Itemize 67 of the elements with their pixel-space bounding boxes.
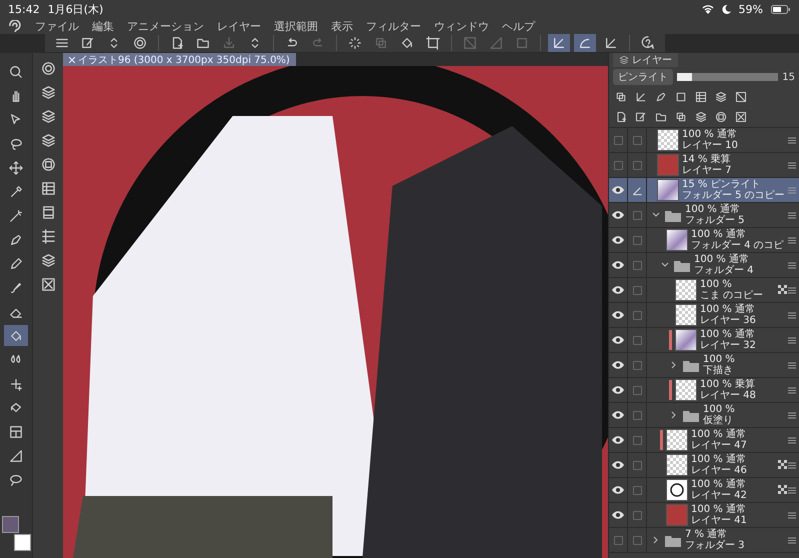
- layer-mode: 100 % 通常: [691, 229, 747, 240]
- menu-item[interactable]: 編集: [92, 18, 114, 34]
- menu-item[interactable]: ファイル: [35, 18, 79, 34]
- layer-row[interactable]: 100 % 通常 レイヤー 47: [609, 428, 799, 453]
- layer-mode: 100 % 通常: [694, 254, 750, 265]
- layer-row[interactable]: 100 % 通常 フォルダー 4 のコピ: [609, 228, 799, 253]
- menu-item[interactable]: 選択範囲: [274, 18, 318, 34]
- layer-name: レイヤー 10: [682, 140, 739, 151]
- layer-mode: 100 % 通常: [700, 304, 756, 315]
- menu-item[interactable]: レイヤー: [217, 18, 261, 34]
- layer-row[interactable]: 14 % 乗算 レイヤー 7: [609, 153, 799, 178]
- layer-name: フォルダー 5: [685, 215, 746, 226]
- layer-row[interactable]: 100 % 通常 レイヤー 32: [609, 328, 799, 353]
- layer-row[interactable]: 100 % 乗算 レイヤー 48: [609, 378, 799, 403]
- layer-mode: 100 % 通常: [691, 454, 747, 465]
- layer-row[interactable]: 100 % こま のコピー: [609, 278, 799, 303]
- layer-name: レイヤー 41: [691, 515, 748, 526]
- blend-mode-dropdown[interactable]: ピンライト: [613, 69, 673, 85]
- layer-name: レイヤー 46: [691, 465, 748, 476]
- layer-mode: 100 % 乗算: [700, 379, 756, 390]
- layer-name: フォルダー 4: [694, 265, 755, 276]
- menu-item[interactable]: 表示: [331, 18, 353, 34]
- menu-item[interactable]: ウィンドウ: [434, 18, 489, 34]
- layer-name: フォルダー 4 のコピ: [691, 240, 785, 251]
- battery-percent: 59%: [738, 2, 763, 16]
- layer-mode: 100 % 通常: [682, 129, 738, 140]
- layer-mode: 100 % 通常: [691, 429, 747, 440]
- layer-row[interactable]: 7 % 通常 フォルダー 3: [609, 528, 799, 553]
- layer-name: フォルダー 5 のコピー: [682, 190, 786, 201]
- layer-name: レイヤー 47: [691, 440, 748, 451]
- layer-mode: 100 %: [700, 279, 733, 290]
- layer-row[interactable]: 100 % 通常 フォルダー 4: [609, 253, 799, 278]
- layer-row[interactable]: 100 % 通常 レイヤー 41: [609, 503, 799, 528]
- layer-row[interactable]: 100 % 通常 レイヤー 46: [609, 453, 799, 478]
- layer-row[interactable]: 100 % 通常 レイヤー 10: [609, 128, 799, 153]
- layer-tab[interactable]: レイヤー: [613, 53, 678, 67]
- layer-name: レイヤー 48: [700, 390, 757, 401]
- layer-mode: 15 % ピンライト: [682, 179, 762, 190]
- menu-item[interactable]: フィルター: [366, 18, 421, 34]
- layer-row[interactable]: 100 % 通常 レイヤー 42: [609, 478, 799, 503]
- layer-row[interactable]: 100 % 仮塗り: [609, 403, 799, 428]
- layer-mode: 100 % 通常: [691, 479, 747, 490]
- menu-item[interactable]: アニメーション: [127, 18, 204, 34]
- status-date: 1月6日(木): [48, 2, 104, 16]
- layer-mode: 100 %: [703, 404, 736, 415]
- layer-name: こま のコピー: [700, 290, 764, 301]
- layer-mode: 100 %: [703, 354, 736, 365]
- layer-name: レイヤー 42: [691, 490, 748, 501]
- menu-item[interactable]: ヘルプ: [502, 18, 535, 34]
- status-time: 15:42: [8, 2, 40, 16]
- layer-name: フォルダー 3: [685, 540, 746, 551]
- layer-row[interactable]: 15 % ピンライト フォルダー 5 のコピー: [609, 178, 799, 203]
- layer-name: 下描き: [703, 365, 734, 376]
- layer-name: レイヤー 36: [700, 315, 757, 326]
- layer-name: レイヤー 7: [682, 165, 733, 176]
- layer-mode: 100 % 通常: [700, 329, 756, 340]
- opacity-value[interactable]: 15: [782, 72, 795, 82]
- layer-row[interactable]: 100 % 通常 フォルダー 5: [609, 203, 799, 228]
- layer-mode: 7 % 通常: [685, 529, 728, 540]
- layer-mode: 14 % 乗算: [682, 154, 732, 165]
- layer-name: レイヤー 32: [700, 340, 757, 351]
- layer-mode: 100 % 通常: [685, 204, 741, 215]
- layer-mode: 100 % 通常: [691, 504, 747, 515]
- layer-row[interactable]: 100 % 下描き: [609, 353, 799, 378]
- layer-name: 仮塗り: [703, 415, 734, 426]
- layer-row[interactable]: 100 % 通常 レイヤー 36: [609, 303, 799, 328]
- document-tab[interactable]: イラスト96 (3000 x 3700px 350dpi 75.0%): [63, 53, 296, 66]
